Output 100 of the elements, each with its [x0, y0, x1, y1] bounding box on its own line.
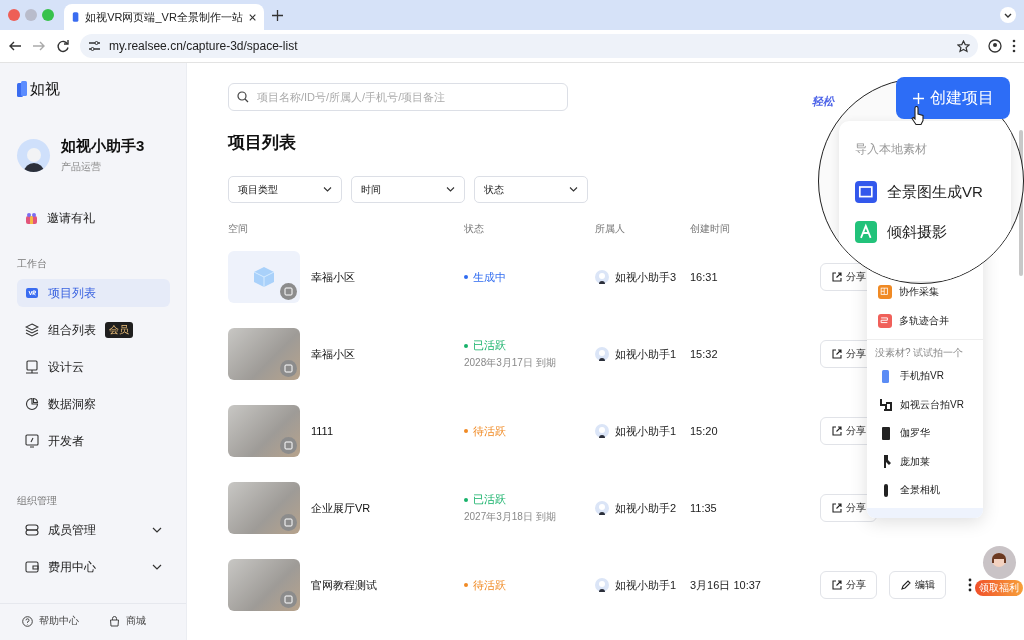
browser-tab[interactable]: 如视VR网页端_VR全景制作一站: [64, 4, 264, 30]
created-time: 16:31: [690, 270, 719, 285]
filter-dropdown[interactable]: 项目类型: [228, 176, 342, 203]
section-title: 组织管理: [17, 494, 58, 508]
filter-dropdown[interactable]: 时间: [351, 176, 465, 203]
close-icon[interactable]: [248, 12, 256, 22]
footer-link[interactable]: 商城: [126, 614, 146, 628]
sidebar-item[interactable]: 组合列表 会员: [17, 316, 170, 344]
nav-icon: [25, 560, 39, 574]
back-icon[interactable]: [8, 39, 22, 53]
bag-icon[interactable]: [109, 615, 120, 627]
plus-icon: [912, 92, 924, 104]
chevron-icon: [446, 187, 455, 192]
menu-item[interactable]: 全景图生成VR: [855, 172, 983, 212]
profile-icon[interactable]: [988, 39, 1002, 53]
edit-button[interactable]: 编辑: [889, 571, 946, 599]
gift-icon: [25, 212, 38, 225]
promo-link[interactable]: 轻松: [812, 93, 834, 109]
column-header: 创建时间: [690, 222, 731, 236]
chevron-icon: [569, 187, 578, 192]
share-icon: [831, 349, 842, 359]
nav-icon: [25, 286, 39, 300]
device-icon: [878, 397, 893, 413]
owner-avatar-icon: [595, 578, 609, 592]
more-icon[interactable]: [968, 578, 972, 592]
status-label: 生成中: [464, 269, 506, 285]
tab-title: 如视VR网页端_VR全景制作一站: [85, 9, 243, 25]
menu-item[interactable]: 倾斜摄影: [855, 212, 947, 252]
menu-item[interactable]: 如视云台拍VR: [867, 390, 983, 419]
window-control-icon[interactable]: [8, 9, 20, 21]
status-label: 待活跃: [464, 577, 506, 593]
section-title: 工作台: [17, 257, 48, 271]
status-label: 已活跃: [464, 338, 506, 353]
menu-item-icon: [855, 221, 877, 243]
user-name: 如视小助手3: [61, 137, 145, 156]
status-dot: [464, 583, 468, 587]
member-badge: 会员: [105, 322, 133, 338]
site-settings-icon[interactable]: [88, 40, 101, 52]
project-name: 幸福小区: [311, 269, 356, 285]
share-button[interactable]: 分享: [820, 571, 877, 599]
invite-link[interactable]: 邀请有礼: [47, 210, 95, 227]
create-project-button[interactable]: 创建项目: [896, 77, 1010, 119]
nav-icon: [25, 323, 39, 337]
address-bar[interactable]: my.realsee.cn/capture-3d/space-list: [80, 34, 978, 58]
menu-item-icon: [878, 285, 892, 300]
column-header: 空间: [228, 222, 249, 236]
sidebar-item[interactable]: 费用中心: [17, 553, 170, 581]
created-time: 11:35: [690, 501, 718, 516]
share-icon: [831, 580, 842, 590]
pencil-icon: [900, 580, 911, 590]
owner-name: 如视小助手2: [615, 500, 677, 516]
new-tab-icon[interactable]: [272, 9, 283, 21]
filter-dropdown[interactable]: 状态: [474, 176, 588, 203]
menu-item-icon: [855, 181, 877, 203]
reload-icon[interactable]: [56, 39, 70, 53]
status-label: 已活跃: [464, 492, 506, 507]
nav-icon: [25, 434, 39, 448]
owner-avatar-icon: [595, 270, 609, 284]
page-icon: [72, 11, 80, 23]
chevron-icon: [323, 187, 332, 192]
help-icon[interactable]: [22, 615, 33, 627]
status-dot: [464, 343, 468, 348]
search-field[interactable]: 项目名称/ID号/所属人/手机号/项目备注: [228, 83, 568, 111]
menu-icon[interactable]: [1012, 39, 1016, 53]
created-time: 15:32: [690, 347, 719, 362]
vr-badge-icon: [280, 360, 297, 377]
owner-avatar-icon: [595, 347, 609, 361]
sidebar-item[interactable]: 成员管理: [17, 516, 170, 544]
project-name: 企业展厅VR: [311, 500, 372, 516]
owner-name: 如视小助手1: [615, 577, 677, 593]
column-header: 所属人: [595, 222, 626, 236]
menu-item[interactable]: 庞加莱: [867, 447, 983, 476]
menu-heading: 没素材? 试试拍一个: [874, 346, 965, 360]
sidebar-item[interactable]: 数据洞察: [17, 390, 170, 418]
tab-list-icon[interactable]: [1000, 7, 1016, 23]
vr-badge-icon: [280, 591, 297, 608]
created-time: 3月16日 10:37: [690, 577, 762, 593]
sidebar-item[interactable]: 设计云: [17, 353, 170, 381]
nav-icon: [25, 523, 39, 537]
menu-item[interactable]: 多轨迹合并: [867, 306, 983, 335]
project-name: 幸福小区: [311, 346, 356, 362]
menu-item-icon: [878, 313, 892, 328]
owner-avatar-icon: [595, 424, 609, 438]
nav-icon: [25, 397, 39, 411]
vr-badge-icon: [280, 437, 297, 454]
project-name: 1111: [311, 424, 335, 439]
sidebar-item[interactable]: 项目列表: [17, 279, 170, 307]
cube-icon: [252, 265, 276, 289]
expiry-date: 2027年3月18日 到期: [464, 510, 556, 524]
bookmark-star-icon[interactable]: [957, 39, 970, 53]
logo-text: 如视: [30, 80, 60, 99]
footer-link[interactable]: 帮助中心: [39, 614, 79, 628]
share-icon: [831, 503, 842, 513]
sidebar-item[interactable]: 开发者: [17, 427, 170, 455]
logo-icon: [17, 81, 27, 98]
search-icon: [237, 91, 249, 103]
owner-name: 如视小助手1: [615, 346, 677, 362]
expiry-date: 2028年3月17日 到期: [464, 356, 556, 370]
status-dot: [464, 497, 468, 502]
nav-icon: [25, 360, 39, 374]
